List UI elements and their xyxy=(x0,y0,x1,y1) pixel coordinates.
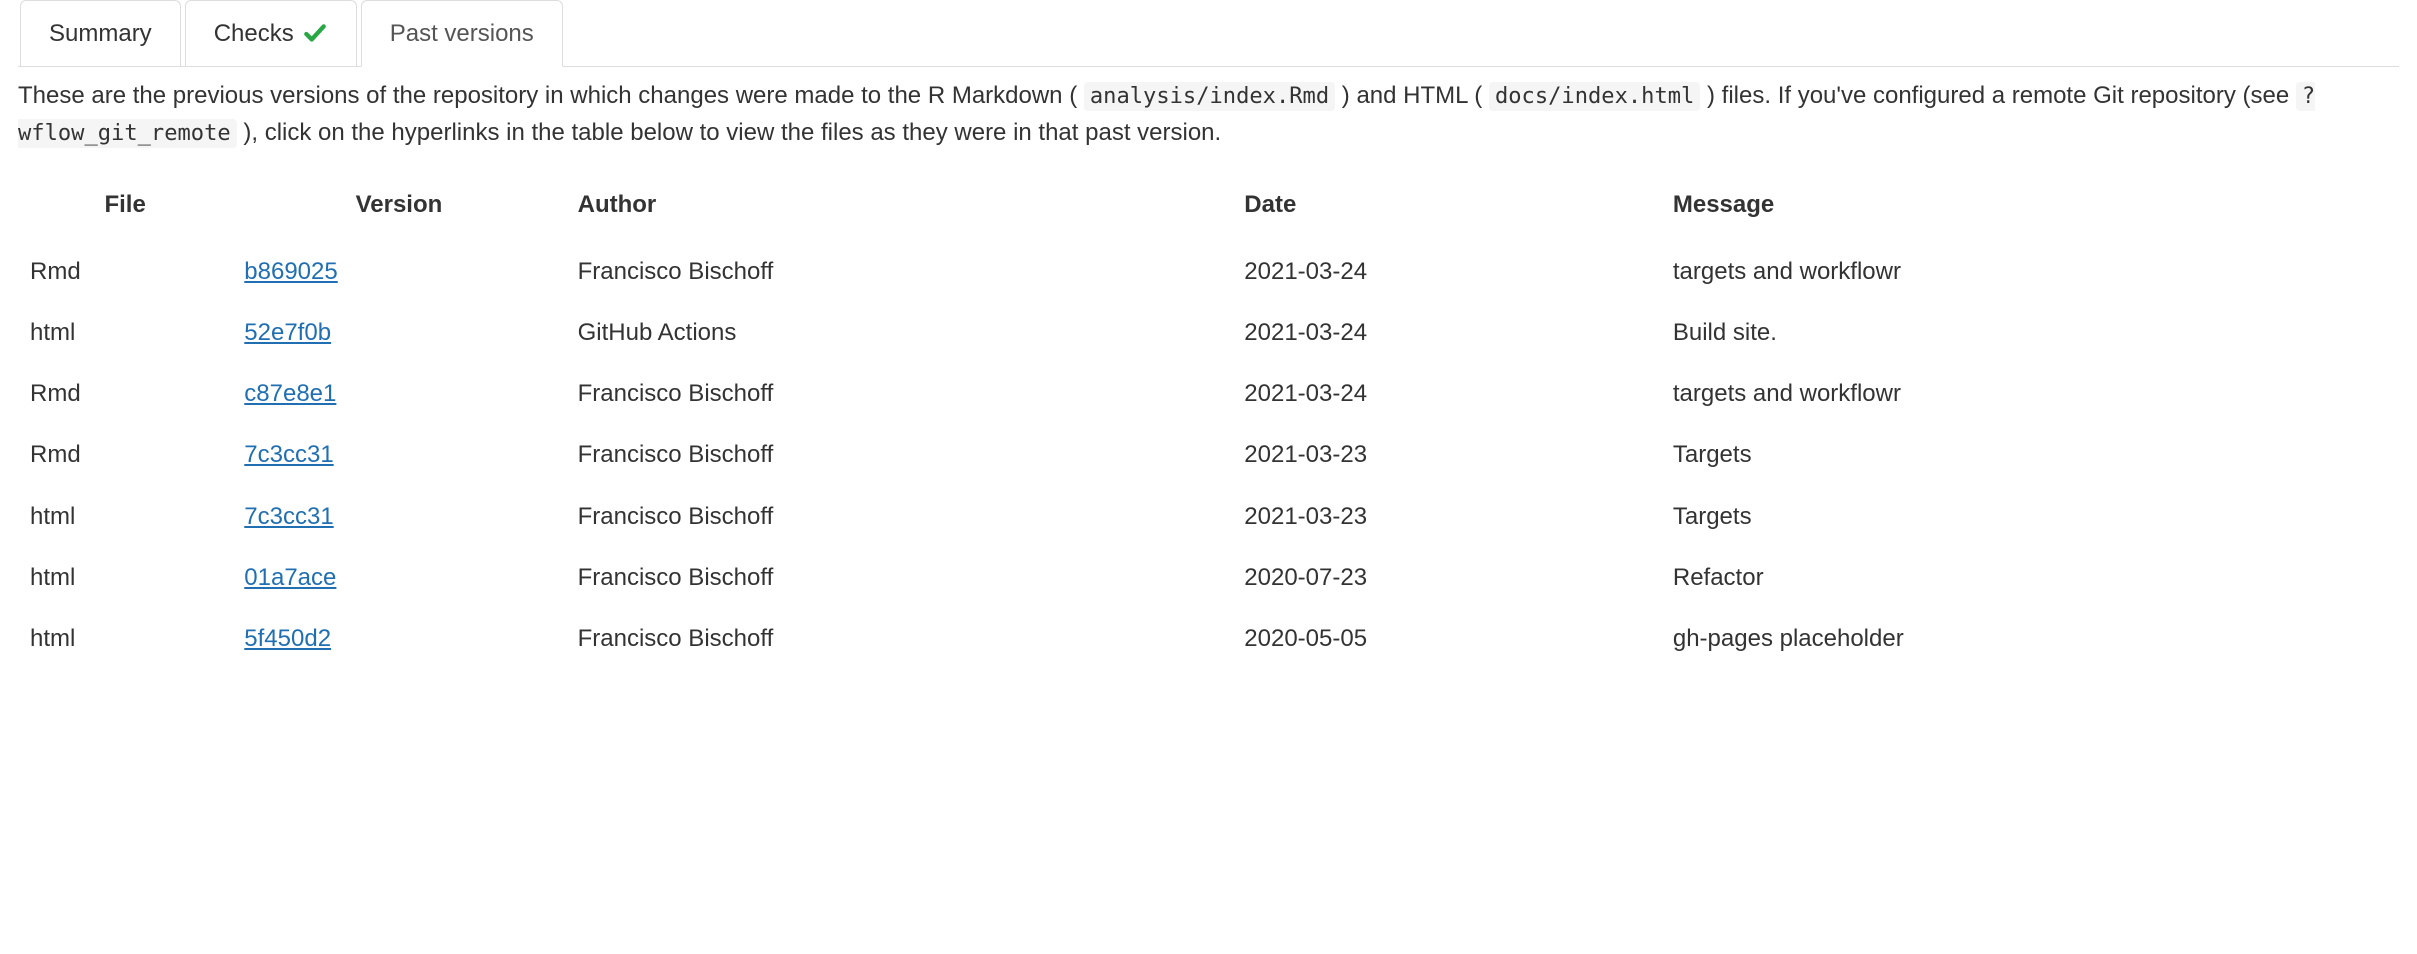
cell-file: html xyxy=(18,302,232,363)
cell-author: Francisco Bischoff xyxy=(566,608,1233,669)
cell-date: 2020-07-23 xyxy=(1232,547,1661,608)
cell-message: Refactor xyxy=(1661,547,2399,608)
cell-author: Francisco Bischoff xyxy=(566,241,1233,302)
tab-summary[interactable]: Summary xyxy=(20,0,181,67)
code-rmd-path: analysis/index.Rmd xyxy=(1084,82,1335,111)
cell-date: 2021-03-24 xyxy=(1232,363,1661,424)
cell-date: 2020-05-05 xyxy=(1232,608,1661,669)
version-link[interactable]: b869025 xyxy=(244,258,337,285)
desc-seg-1: These are the previous versions of the r… xyxy=(18,82,1077,109)
cell-file: html xyxy=(18,547,232,608)
cell-file: Rmd xyxy=(18,363,232,424)
tab-past-versions[interactable]: Past versions xyxy=(361,0,563,67)
cell-author: Francisco Bischoff xyxy=(566,363,1233,424)
desc-seg-3: ) files. If you've configured a remote G… xyxy=(1707,82,2296,109)
col-header-version: Version xyxy=(232,176,565,241)
table-row: Rmd c87e8e1 Francisco Bischoff2021-03-24ta… xyxy=(18,363,2399,424)
version-link[interactable]: 01a7ace xyxy=(244,564,336,591)
tab-summary-label: Summary xyxy=(49,15,152,52)
table-row: Rmd 7c3cc31 Francisco Bischoff2021-03-23Ta… xyxy=(18,424,2399,485)
tabs-bar: Summary Checks Past versions xyxy=(18,0,2399,67)
version-link[interactable]: 7c3cc31 xyxy=(244,503,333,530)
tab-checks-label: Checks xyxy=(214,15,294,52)
cell-version: 7c3cc31 xyxy=(232,424,565,485)
cell-author: Francisco Bischoff xyxy=(566,486,1233,547)
cell-message: targets and workflowr xyxy=(1661,363,2399,424)
cell-message: targets and workflowr xyxy=(1661,241,2399,302)
table-row: html 52e7f0b GitHub Actions2021-03-24Build… xyxy=(18,302,2399,363)
cell-version: 7c3cc31 xyxy=(232,486,565,547)
desc-seg-4: ), click on the hyperlinks in the table … xyxy=(243,119,1221,146)
version-link[interactable]: c87e8e1 xyxy=(244,380,336,407)
cell-file: Rmd xyxy=(18,424,232,485)
col-header-message: Message xyxy=(1661,176,2399,241)
col-header-author: Author xyxy=(566,176,1233,241)
cell-date: 2021-03-24 xyxy=(1232,302,1661,363)
cell-file: html xyxy=(18,608,232,669)
cell-version: 5f450d2 xyxy=(232,608,565,669)
cell-version: 52e7f0b xyxy=(232,302,565,363)
code-html-path: docs/index.html xyxy=(1489,82,1700,111)
cell-date: 2021-03-23 xyxy=(1232,424,1661,485)
description-text: These are the previous versions of the r… xyxy=(18,77,2399,151)
tab-past-versions-label: Past versions xyxy=(390,15,534,52)
table-row: html 01a7ace Francisco Bischoff2020-07-23R… xyxy=(18,547,2399,608)
versions-table: File Version Author Date Message Rmd b869… xyxy=(18,176,2399,670)
col-header-date: Date xyxy=(1232,176,1661,241)
cell-date: 2021-03-24 xyxy=(1232,241,1661,302)
version-link[interactable]: 7c3cc31 xyxy=(244,441,333,468)
col-header-file: File xyxy=(18,176,232,241)
version-link[interactable]: 5f450d2 xyxy=(244,625,331,652)
desc-seg-2: ) and HTML ( xyxy=(1342,82,1482,109)
check-icon xyxy=(302,21,328,47)
table-row: Rmd b869025 Francisco Bischoff2021-03-24ta… xyxy=(18,241,2399,302)
cell-message: gh-pages placeholder xyxy=(1661,608,2399,669)
cell-file: html xyxy=(18,486,232,547)
cell-message: Build site. xyxy=(1661,302,2399,363)
cell-version: 01a7ace xyxy=(232,547,565,608)
version-link[interactable]: 52e7f0b xyxy=(244,319,331,346)
table-header-row: File Version Author Date Message xyxy=(18,176,2399,241)
cell-author: GitHub Actions xyxy=(566,302,1233,363)
table-row: html 7c3cc31 Francisco Bischoff2021-03-23T… xyxy=(18,486,2399,547)
cell-version: c87e8e1 xyxy=(232,363,565,424)
cell-author: Francisco Bischoff xyxy=(566,424,1233,485)
cell-version: b869025 xyxy=(232,241,565,302)
cell-message: Targets xyxy=(1661,486,2399,547)
cell-date: 2021-03-23 xyxy=(1232,486,1661,547)
table-row: html 5f450d2 Francisco Bischoff2020-05-05g… xyxy=(18,608,2399,669)
cell-message: Targets xyxy=(1661,424,2399,485)
tab-checks[interactable]: Checks xyxy=(185,0,357,67)
cell-author: Francisco Bischoff xyxy=(566,547,1233,608)
cell-file: Rmd xyxy=(18,241,232,302)
